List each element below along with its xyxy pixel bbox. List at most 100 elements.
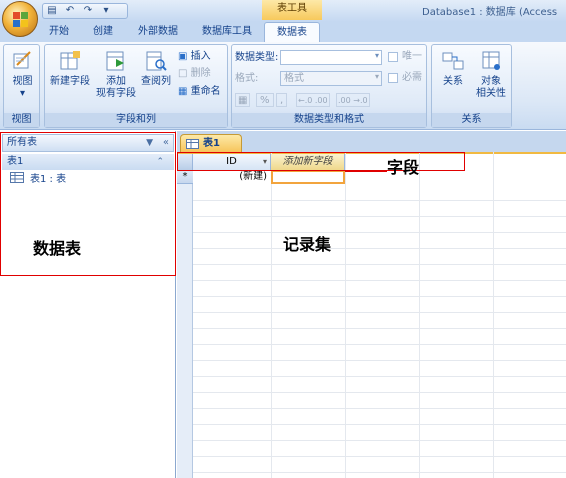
new-record-row-selector[interactable]: * bbox=[177, 170, 193, 184]
tab-home[interactable]: 开始 bbox=[42, 22, 76, 42]
datatype-group-label: 数据类型和格式 bbox=[232, 113, 426, 127]
field-annotation-box bbox=[177, 152, 465, 171]
ribbon-group-view: 视图 ▾ 视图 bbox=[3, 44, 40, 128]
grid-line bbox=[193, 232, 566, 233]
grid-line bbox=[193, 424, 566, 425]
comma-style-button[interactable]: , bbox=[276, 93, 288, 107]
required-checkbox[interactable] bbox=[388, 73, 398, 83]
currency-icon: ▦ bbox=[238, 95, 248, 106]
currency-button[interactable]: ▦ bbox=[235, 93, 251, 107]
ribbon-group-fields: 新建字段 添加 现有字段 查阅列 ▣ 插入 □ 删除 ▦ 重命名 字段和列 bbox=[44, 44, 228, 128]
rename-label: 重命名 bbox=[190, 86, 221, 97]
quick-access-toolbar: ▤ ↶ ↷ ▾ bbox=[42, 3, 128, 19]
grid-line bbox=[193, 440, 566, 441]
data-type-label: 数据类型: bbox=[235, 52, 279, 63]
insert-column-icon: ▣ bbox=[178, 51, 188, 62]
contextual-tab-group-label: 表工具 bbox=[262, 0, 322, 20]
view-button[interactable]: 视图 ▾ bbox=[6, 49, 39, 100]
chevron-down-icon: ▾ bbox=[374, 51, 379, 60]
format-label: 格式: bbox=[235, 73, 259, 84]
data-type-select[interactable]: ▾ bbox=[280, 50, 382, 65]
redo-icon[interactable]: ↷ bbox=[81, 5, 95, 17]
undo-icon[interactable]: ↶ bbox=[63, 5, 77, 17]
add-existing-label-2: 现有字段 bbox=[96, 88, 136, 99]
grid-line bbox=[193, 360, 566, 361]
chevron-down-icon: ▾ bbox=[374, 72, 379, 81]
increase-decimals-button[interactable]: ←.0 .00 bbox=[296, 93, 330, 107]
customize-qat-icon[interactable]: ▾ bbox=[99, 5, 113, 17]
row-selector-column bbox=[177, 184, 193, 478]
grid-line bbox=[193, 248, 566, 249]
grid-line bbox=[193, 296, 566, 297]
relationships-group-label: 关系 bbox=[432, 113, 511, 127]
recordset-annotation-label: 记录集 bbox=[283, 235, 332, 254]
delete-column-button[interactable]: □ 删除 bbox=[178, 67, 211, 81]
decrease-decimals-button[interactable]: .00 →.0 bbox=[336, 93, 370, 107]
view-button-label: 视图 bbox=[12, 76, 33, 87]
format-select-value: 格式 bbox=[284, 73, 304, 84]
grid-line bbox=[193, 456, 566, 457]
add-existing-fields-icon bbox=[106, 51, 124, 71]
lookup-column-button[interactable]: 查阅列 bbox=[136, 49, 176, 88]
unique-label: 唯一 bbox=[402, 51, 422, 62]
lookup-column-label: 查阅列 bbox=[141, 76, 171, 87]
dependencies-label-2: 相关性 bbox=[476, 88, 506, 99]
ribbon-group-relationships: 关系 对象 相关性 关系 bbox=[431, 44, 512, 128]
grid-line bbox=[193, 392, 566, 393]
office-button[interactable] bbox=[2, 1, 38, 37]
unique-checkbox[interactable] bbox=[388, 52, 398, 62]
rename-column-icon: ▦ bbox=[178, 86, 188, 97]
view-icon bbox=[13, 51, 31, 69]
relationships-label: 关系 bbox=[443, 76, 463, 87]
datasheet-annotation-label: 数据表 bbox=[33, 239, 82, 258]
format-select[interactable]: 格式 ▾ bbox=[280, 71, 382, 86]
chevron-down-icon: ▾ bbox=[19, 88, 26, 99]
field-annotation-label: 字段 bbox=[387, 158, 420, 177]
lookup-column-icon bbox=[146, 51, 167, 71]
document-tab-label: 表1 bbox=[203, 138, 220, 149]
delete-label: 删除 bbox=[190, 68, 211, 79]
tab-datasheet[interactable]: 数据表 bbox=[264, 22, 320, 42]
new-record-add-field-cell[interactable] bbox=[271, 170, 345, 184]
new-field-button[interactable]: 新建字段 bbox=[48, 49, 92, 88]
ribbon-group-datatype: 数据类型: ▾ 唯一 格式: 格式 ▾ 必需 ▦ % , ←.0 .00 .00… bbox=[231, 44, 427, 128]
new-record-id-cell[interactable]: (新建) bbox=[193, 170, 271, 184]
add-existing-fields-button[interactable]: 添加 现有字段 bbox=[94, 49, 138, 100]
insert-column-button[interactable]: ▣ 插入 bbox=[178, 50, 211, 64]
object-dependencies-icon bbox=[482, 51, 500, 70]
grid-line bbox=[193, 200, 566, 201]
grid-line bbox=[193, 344, 566, 345]
tab-external-data[interactable]: 外部数据 bbox=[132, 22, 184, 42]
document-tab[interactable]: 表1 bbox=[180, 134, 242, 153]
grid-line bbox=[193, 280, 566, 281]
office-logo-icon bbox=[13, 12, 28, 27]
object-dependencies-button[interactable]: 对象 相关性 bbox=[471, 49, 511, 100]
dependencies-label-1: 对象 bbox=[481, 76, 501, 87]
grid-line bbox=[193, 376, 566, 377]
rename-column-button[interactable]: ▦ 重命名 bbox=[178, 85, 221, 99]
comma-icon: , bbox=[280, 95, 284, 106]
window-title: Database1 : 数据库 (Access bbox=[422, 7, 558, 18]
save-icon[interactable]: ▤ bbox=[45, 5, 59, 17]
percent-button[interactable]: % bbox=[256, 93, 274, 107]
tab-create[interactable]: 创建 bbox=[86, 22, 120, 42]
fields-group-label: 字段和列 bbox=[45, 113, 227, 127]
delete-column-icon: □ bbox=[178, 68, 188, 79]
grid-line bbox=[193, 408, 566, 409]
field-annotation-underline bbox=[345, 171, 387, 172]
grid-line bbox=[193, 216, 566, 217]
insert-label: 插入 bbox=[190, 51, 211, 62]
tab-database-tools[interactable]: 数据库工具 bbox=[196, 22, 258, 42]
required-label: 必需 bbox=[402, 72, 422, 83]
relationships-button[interactable]: 关系 bbox=[435, 49, 471, 88]
grid-line bbox=[193, 328, 566, 329]
datasheet-annotation-box bbox=[0, 132, 176, 276]
relationships-icon bbox=[442, 52, 464, 70]
table-icon bbox=[186, 139, 199, 149]
grid-line bbox=[193, 264, 566, 265]
new-field-label: 新建字段 bbox=[50, 76, 90, 87]
add-existing-label-1: 添加 bbox=[106, 76, 126, 87]
grid-line bbox=[193, 472, 566, 473]
view-group-label: 视图 bbox=[4, 113, 39, 127]
new-field-icon bbox=[60, 51, 80, 70]
